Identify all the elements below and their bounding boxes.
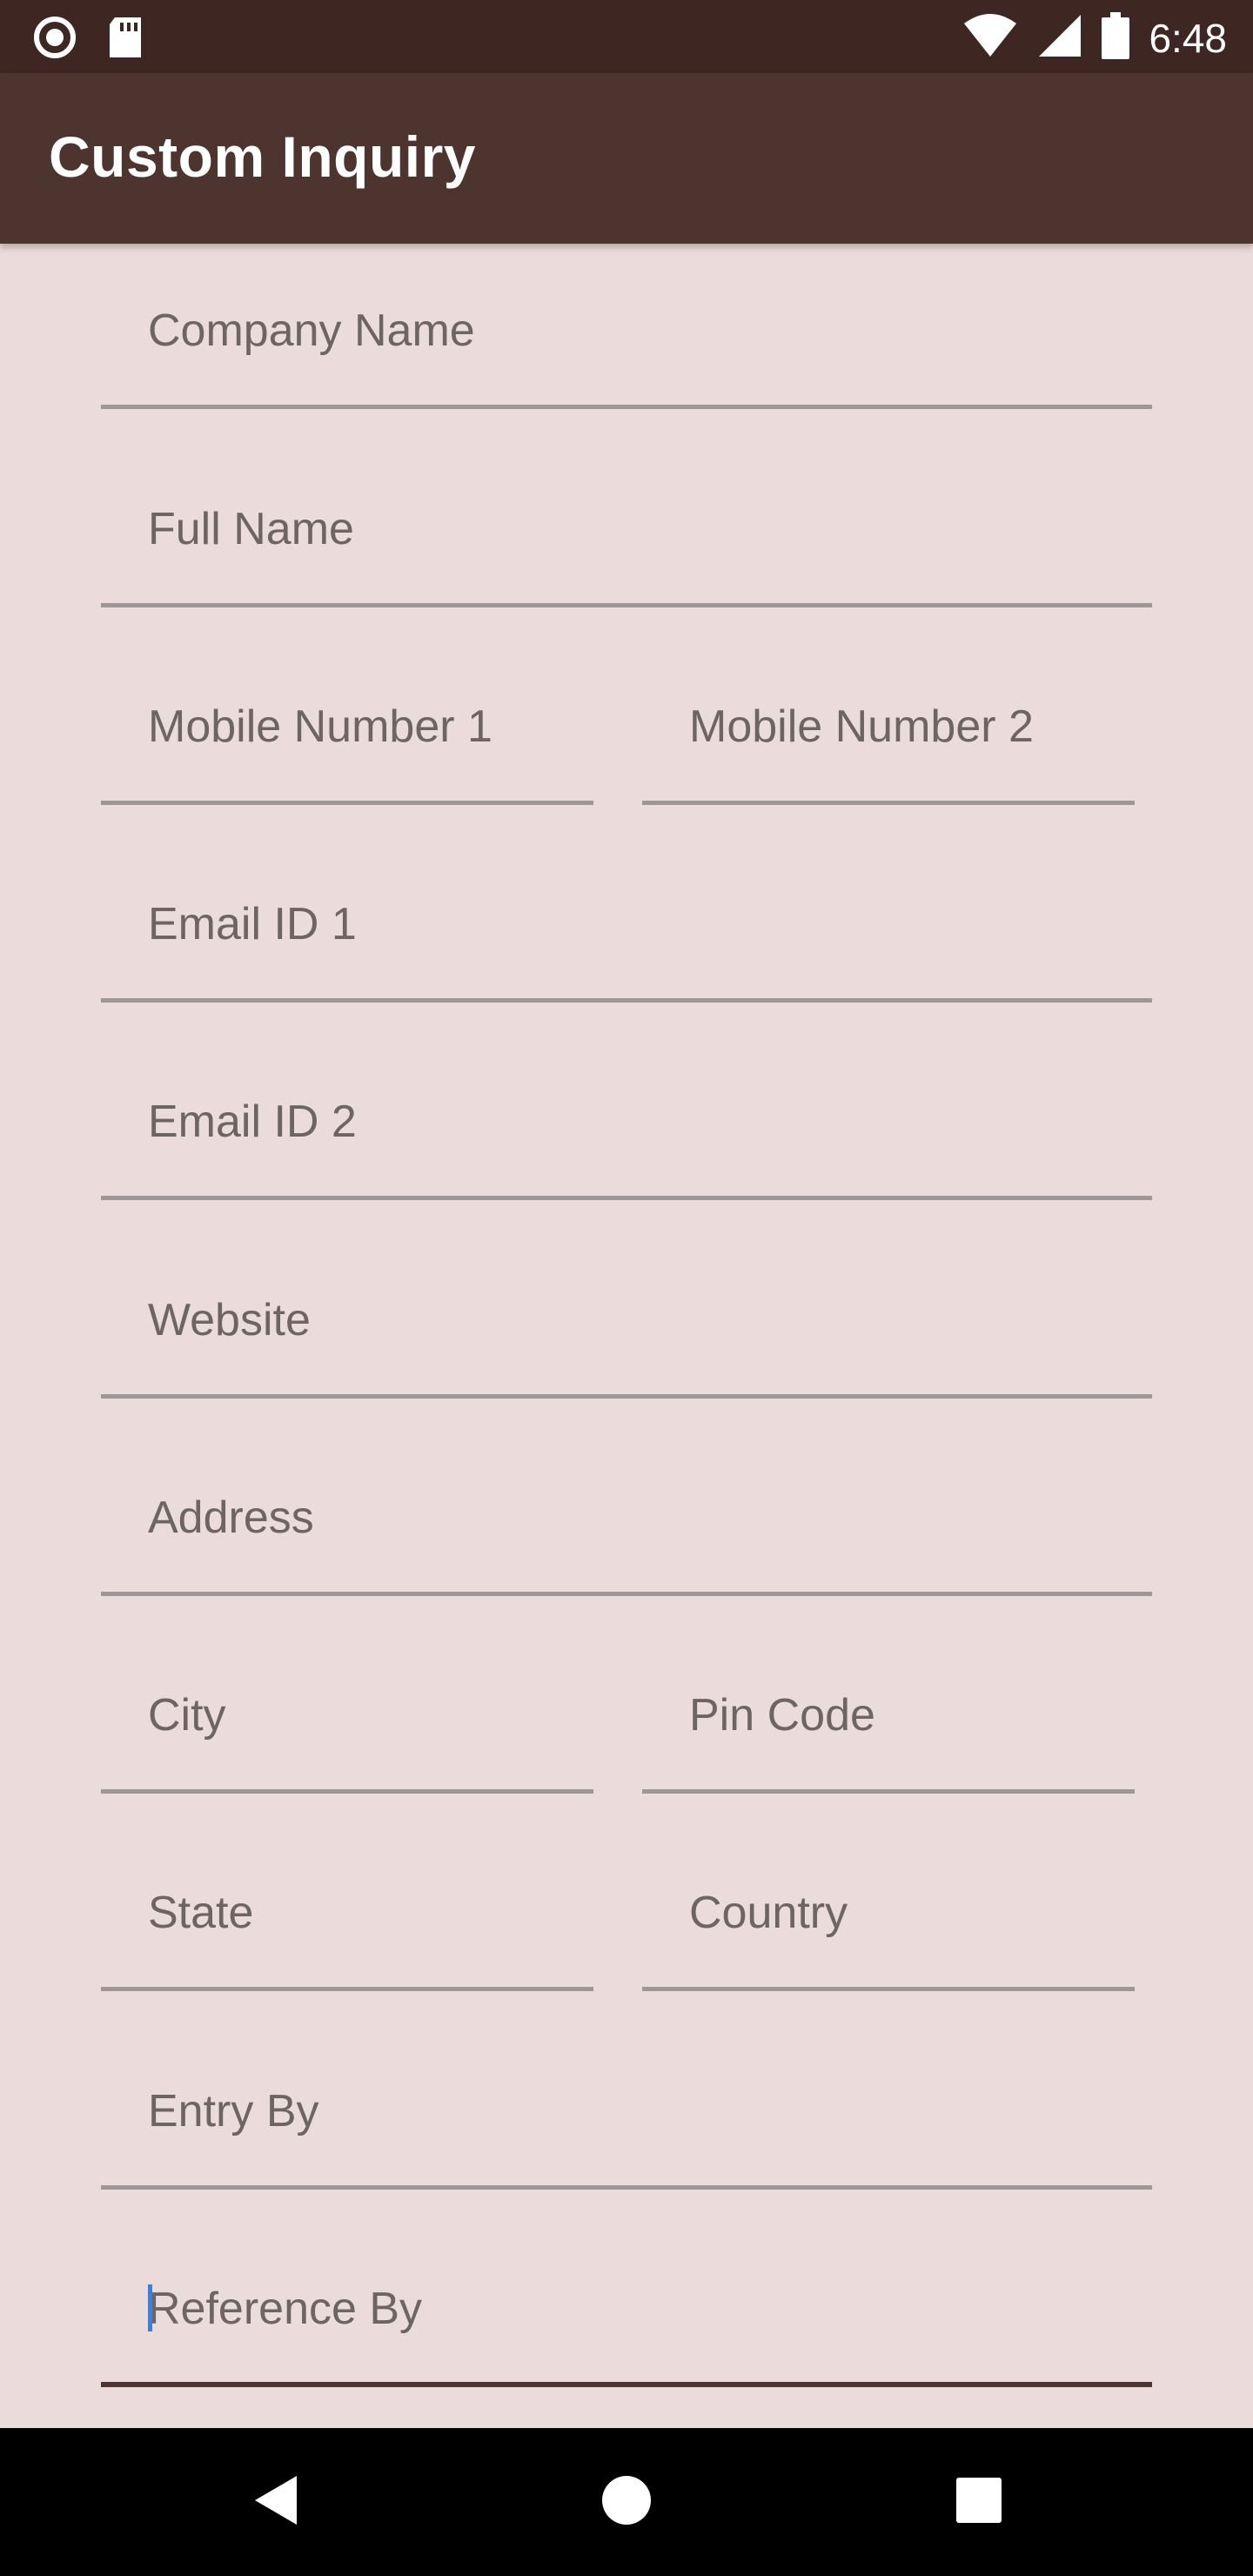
signal-icon	[1037, 13, 1082, 63]
field-underline	[101, 1196, 1152, 1200]
email-id-1-placeholder: Email ID 1	[148, 899, 357, 949]
back-button[interactable]	[237, 2463, 315, 2541]
website-field[interactable]: Website	[101, 1233, 1152, 1399]
field-underline	[101, 405, 1152, 409]
reference-by-field[interactable]: Reference By	[101, 2222, 1152, 2387]
recents-button[interactable]	[940, 2463, 1018, 2541]
field-underline	[101, 1789, 593, 1794]
field-underline	[101, 801, 593, 805]
email-id-2-field[interactable]: Email ID 2	[101, 1035, 1152, 1200]
field-underline	[642, 1789, 1135, 1794]
field-underline-focused	[101, 2382, 1152, 2387]
field-underline	[101, 1592, 1152, 1596]
app-bar: Custom Inquiry	[0, 73, 1253, 244]
field-underline	[101, 998, 1152, 1003]
country-field[interactable]: Country	[642, 1826, 1135, 1991]
field-underline	[101, 1394, 1152, 1399]
country-placeholder: Country	[689, 1888, 848, 1938]
wifi-icon	[962, 13, 1018, 63]
city-field[interactable]: City	[101, 1628, 593, 1794]
field-underline	[642, 801, 1135, 805]
entry-by-field[interactable]: Entry By	[101, 2024, 1152, 2190]
reference-by-placeholder: Reference By	[148, 2284, 423, 2334]
home-button[interactable]	[587, 2463, 666, 2541]
status-bar: 6:48	[0, 0, 1253, 73]
mobile-number-2-field[interactable]: Mobile Number 2	[642, 640, 1135, 805]
back-icon	[250, 2472, 302, 2532]
page-title: Custom Inquiry	[49, 124, 477, 189]
email-id-1-field[interactable]: Email ID 1	[101, 837, 1152, 1003]
battery-icon	[1102, 12, 1130, 64]
address-placeholder: Address	[148, 1493, 314, 1543]
full-name-placeholder: Full Name	[148, 504, 354, 554]
field-underline	[101, 603, 1152, 607]
field-underline	[101, 1987, 593, 1991]
mobile-number-2-placeholder: Mobile Number 2	[689, 701, 1034, 752]
mobile-number-1-placeholder: Mobile Number 1	[148, 701, 492, 752]
pin-code-placeholder: Pin Code	[689, 1690, 875, 1741]
state-field[interactable]: State	[101, 1826, 593, 1991]
company-name-field[interactable]: Company Name	[101, 244, 1152, 409]
text-cursor	[148, 2284, 152, 2331]
record-icon	[33, 16, 77, 64]
home-icon	[600, 2474, 653, 2531]
website-placeholder: Website	[148, 1295, 311, 1345]
field-underline	[642, 1987, 1135, 1991]
sd-card-icon	[106, 16, 144, 64]
pin-code-field[interactable]: Pin Code	[642, 1628, 1135, 1794]
inquiry-form: Company Name Full Name Mobile Number 1 M…	[0, 244, 1253, 2428]
state-placeholder: State	[148, 1888, 254, 1938]
address-field[interactable]: Address	[101, 1431, 1152, 1596]
full-name-field[interactable]: Full Name	[101, 442, 1152, 607]
city-placeholder: City	[148, 1690, 226, 1741]
navigation-bar	[0, 2428, 1253, 2576]
entry-by-placeholder: Entry By	[148, 2086, 319, 2137]
field-underline	[101, 2185, 1152, 2190]
recents-icon	[955, 2476, 1003, 2529]
company-name-placeholder: Company Name	[148, 305, 475, 356]
mobile-number-1-field[interactable]: Mobile Number 1	[101, 640, 593, 805]
email-id-2-placeholder: Email ID 2	[148, 1097, 357, 1147]
status-time: 6:48	[1149, 15, 1227, 61]
